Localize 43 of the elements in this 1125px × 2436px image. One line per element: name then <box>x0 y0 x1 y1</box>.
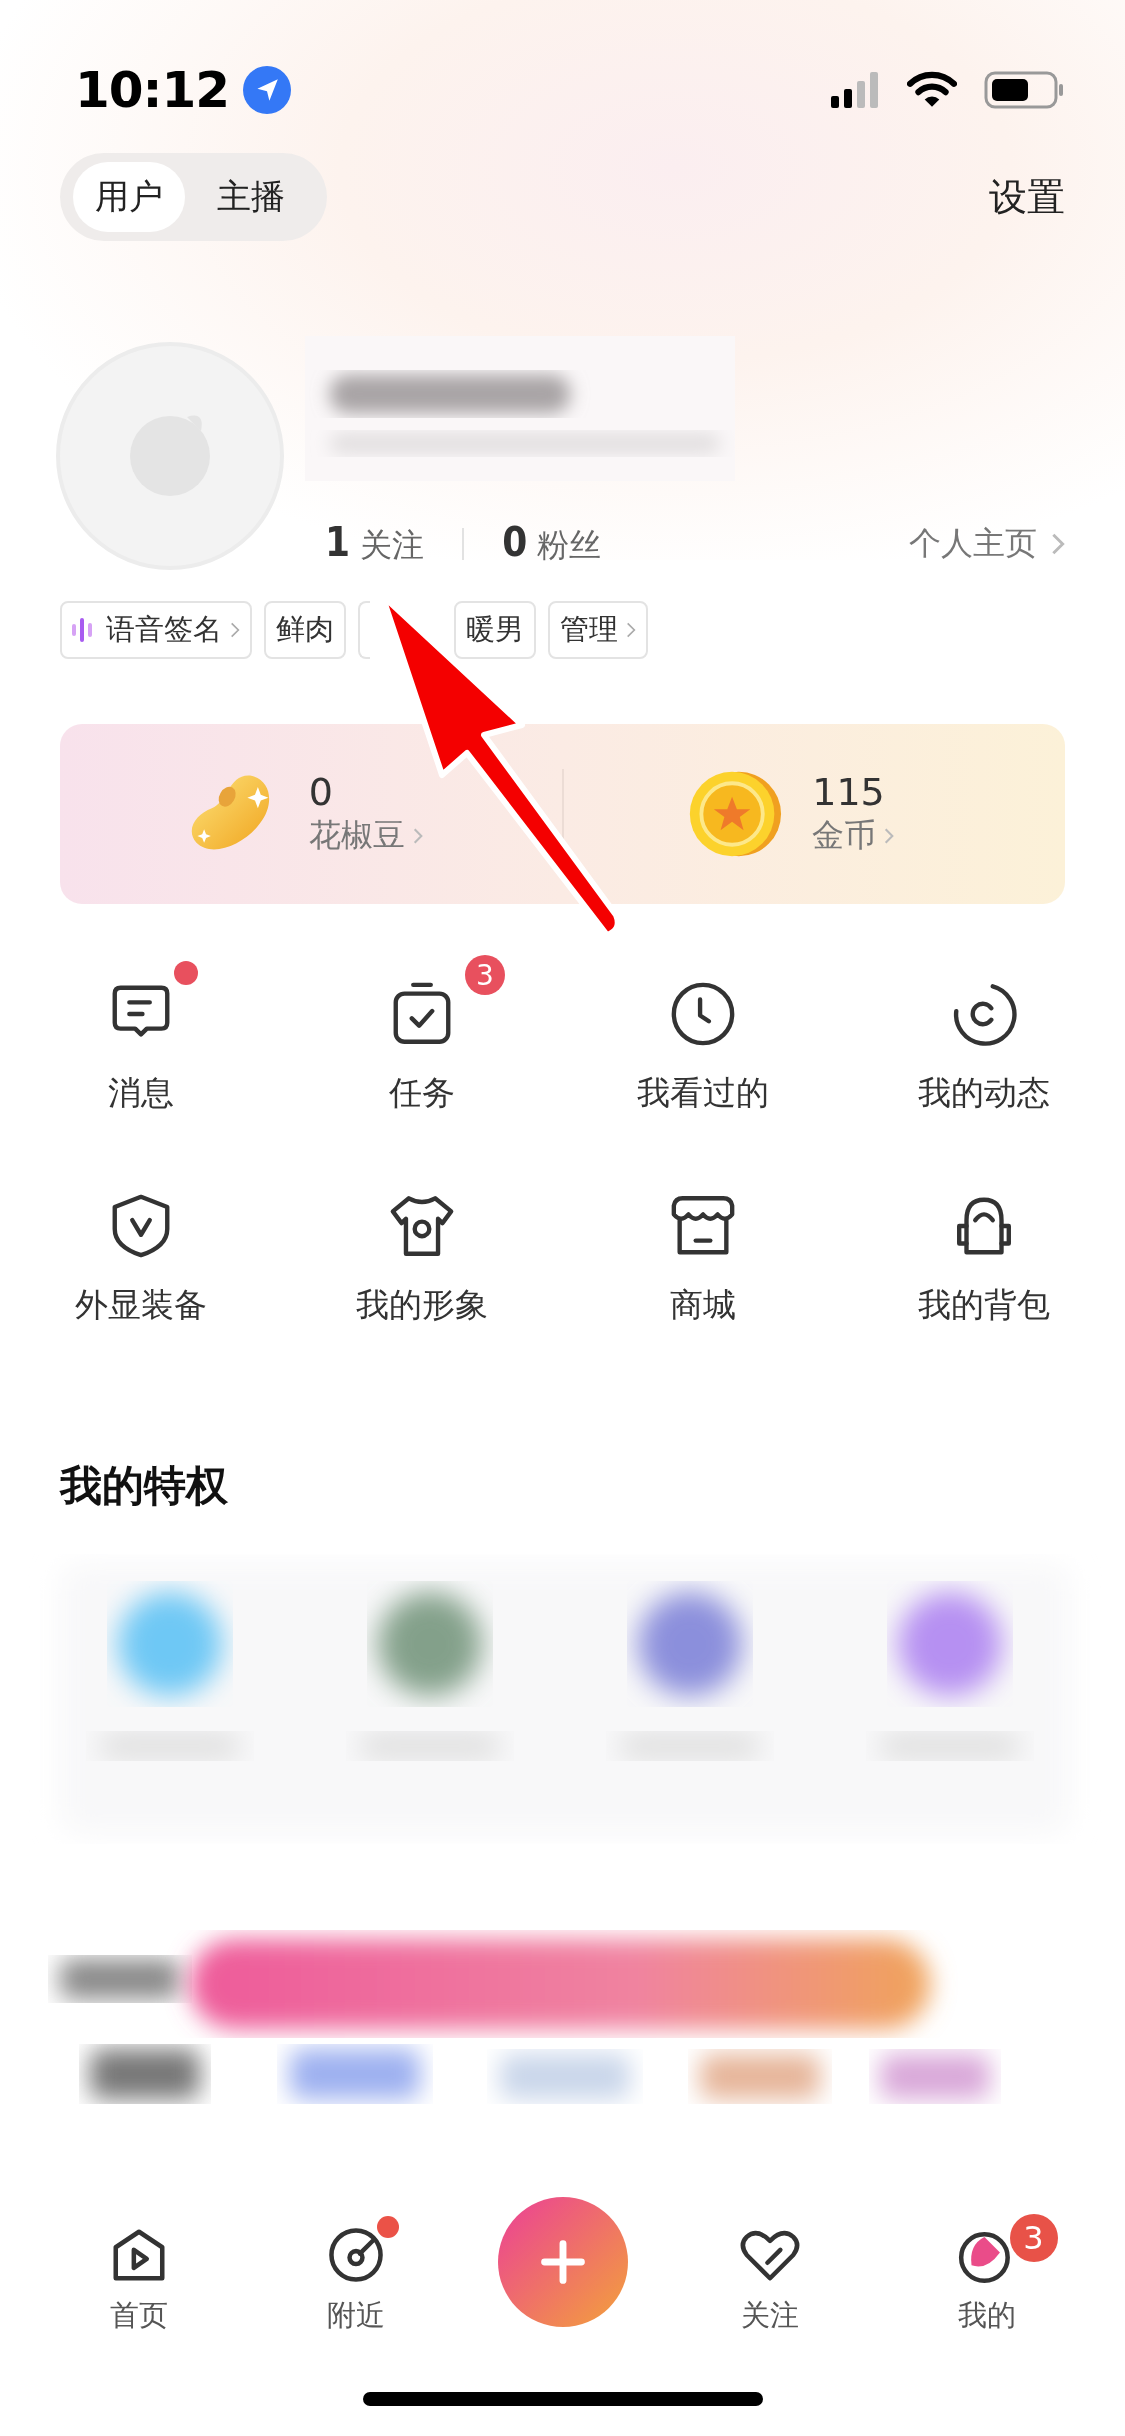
tag-label: 管理 <box>560 611 618 648</box>
tag-label: 语音签名 <box>106 611 222 648</box>
location-icon <box>243 66 292 114</box>
tag[interactable]: 鲜肉 <box>264 601 346 659</box>
chevron-icon <box>1051 531 1065 556</box>
tab-bar-item[interactable]: 首页 <box>63 2202 214 2340</box>
balance-link[interactable]: 花椒豆 <box>308 814 405 858</box>
tab-bar-item[interactable]: 3 我的 <box>911 2202 1062 2340</box>
signal-icon <box>831 72 881 108</box>
sound-wave-icon <box>72 618 92 642</box>
menu-item[interactable]: 我的动态 <box>843 934 1125 1126</box>
menu-item[interactable]: 商城 <box>562 1146 844 1338</box>
chevron-icon <box>626 621 636 639</box>
balance-amount: 115 <box>812 770 886 814</box>
voice-tag[interactable]: 语音签名 <box>60 601 252 659</box>
plus-icon <box>539 2239 586 2285</box>
chevron-icon <box>230 621 240 639</box>
homepage-link[interactable]: 个人主页 <box>909 521 1037 566</box>
menu-item[interactable]: 我的背包 <box>843 1146 1125 1338</box>
battery-icon <box>983 71 1065 109</box>
chevron-icon <box>884 827 895 845</box>
section-title: 我的特权 <box>60 1460 229 1512</box>
tab-bar-item[interactable]: 附近 <box>280 2202 431 2340</box>
menu-item[interactable]: 我的形象 <box>281 1146 563 1338</box>
stat-link[interactable]: 1 关注 <box>325 519 425 568</box>
tab-bar-item[interactable]: 关注 <box>694 2202 845 2340</box>
mode-tab[interactable]: 用户 <box>73 162 185 232</box>
wifi-icon <box>907 71 957 109</box>
chevron-icon <box>412 827 423 845</box>
menu-item[interactable]: 消息 <box>0 934 282 1126</box>
status-time: 10:12 <box>75 61 230 119</box>
menu-item[interactable]: 外显装备 <box>0 1146 282 1338</box>
balance-link[interactable]: 金币 <box>812 814 877 858</box>
mode-tab[interactable]: 主播 <box>195 162 307 232</box>
menu-item[interactable]: 3 任务 <box>281 934 563 1126</box>
menu-item[interactable]: 我看过的 <box>562 934 844 1126</box>
tag[interactable]: 暖男 <box>454 601 536 659</box>
manage-tag[interactable]: 管理 <box>548 601 648 659</box>
count-badge: 3 <box>1009 2214 1058 2262</box>
balance-amount: 0 <box>308 770 334 814</box>
settings-button[interactable]: 设置 <box>989 171 1065 223</box>
count-badge: 3 <box>464 955 505 995</box>
stat-link[interactable]: 0 粉丝 <box>502 519 602 568</box>
